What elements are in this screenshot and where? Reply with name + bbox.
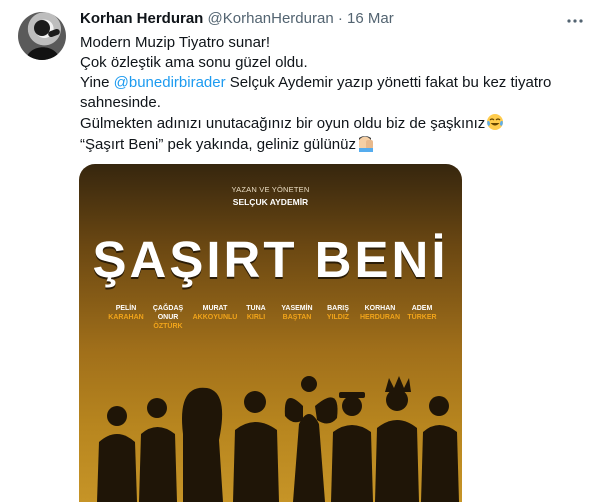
tweet-media-image[interactable]: YAZAN VE YÖNETEN SELÇUK AYDEMİR ŞAŞIRT B…	[79, 164, 462, 502]
author-name[interactable]: Korhan Herduran	[80, 10, 203, 27]
poster-kicker: YAZAN VE YÖNETEN	[231, 185, 310, 194]
more-horizontal-icon	[567, 19, 583, 23]
cast-silhouettes-image	[97, 376, 459, 502]
person-facepalming-emoji-icon	[358, 136, 373, 152]
tweet-line-text: Yine	[80, 74, 114, 91]
cast-member: ADEM TÜRKER	[397, 304, 447, 322]
tweet-line-text: Selçuk Aydemir yazıp yönetti fakat bu ke…	[225, 74, 552, 91]
cast-last-name: TÜRKER	[407, 314, 437, 321]
tweet-text: Modern Muzip Tiyatro sunar! Çok özleştik…	[80, 33, 560, 155]
tweet-timestamp[interactable]: 16 Mar	[347, 10, 394, 27]
avatar-photo-icon	[26, 20, 60, 60]
cast-first-name: ADEM	[411, 305, 433, 312]
avatar[interactable]	[18, 12, 66, 60]
tweet-line: “Şaşırt Beni” pek yakında, geliniz gülün…	[80, 134, 560, 155]
cast-last-name: ÖZTÜRK	[153, 323, 183, 330]
poster-director: SELÇUK AYDEMİR	[232, 197, 309, 207]
cast-member: ÇAĞDAŞ ONUR ÖZTÜRK	[143, 304, 193, 331]
mention-link[interactable]: @bunedirbirader	[114, 74, 226, 91]
tweet-header: Korhan Herduran @KorhanHerduran · 16 Mar	[80, 10, 394, 30]
tweet-line: Gülmekten adınızı unutacağınız bir oyun …	[80, 113, 560, 134]
more-options-button[interactable]	[566, 12, 584, 30]
tweet-line: Yine @bunedirbirader Selçuk Aydemir yazı…	[80, 73, 560, 93]
separator-dot: ·	[337, 10, 343, 27]
tweet[interactable]: Korhan Herduran @KorhanHerduran · 16 Mar…	[0, 0, 597, 502]
tears-of-joy-emoji-icon	[487, 114, 504, 130]
tweet-line-text: Gülmekten adınızı unutacağınız bir oyun …	[80, 115, 486, 132]
poster-cast-list: PELİN KARAHAN ÇAĞDAŞ ONUR ÖZTÜRK MURAT A…	[101, 304, 441, 330]
tweet-line: sahnesinde.	[80, 94, 161, 111]
author-handle[interactable]: @KorhanHerduran	[208, 10, 334, 27]
poster-title: ŞAŞIRT BENİ	[92, 231, 449, 288]
cast-first-name: ÇAĞDAŞ ONUR	[152, 305, 184, 321]
tweet-line-text: “Şaşırt Beni” pek yakında, geliniz gülün…	[80, 136, 356, 153]
tweet-line: Çok özleştik ama sonu güzel oldu.	[80, 54, 308, 71]
tweet-line: Modern Muzip Tiyatro sunar!	[80, 34, 271, 51]
